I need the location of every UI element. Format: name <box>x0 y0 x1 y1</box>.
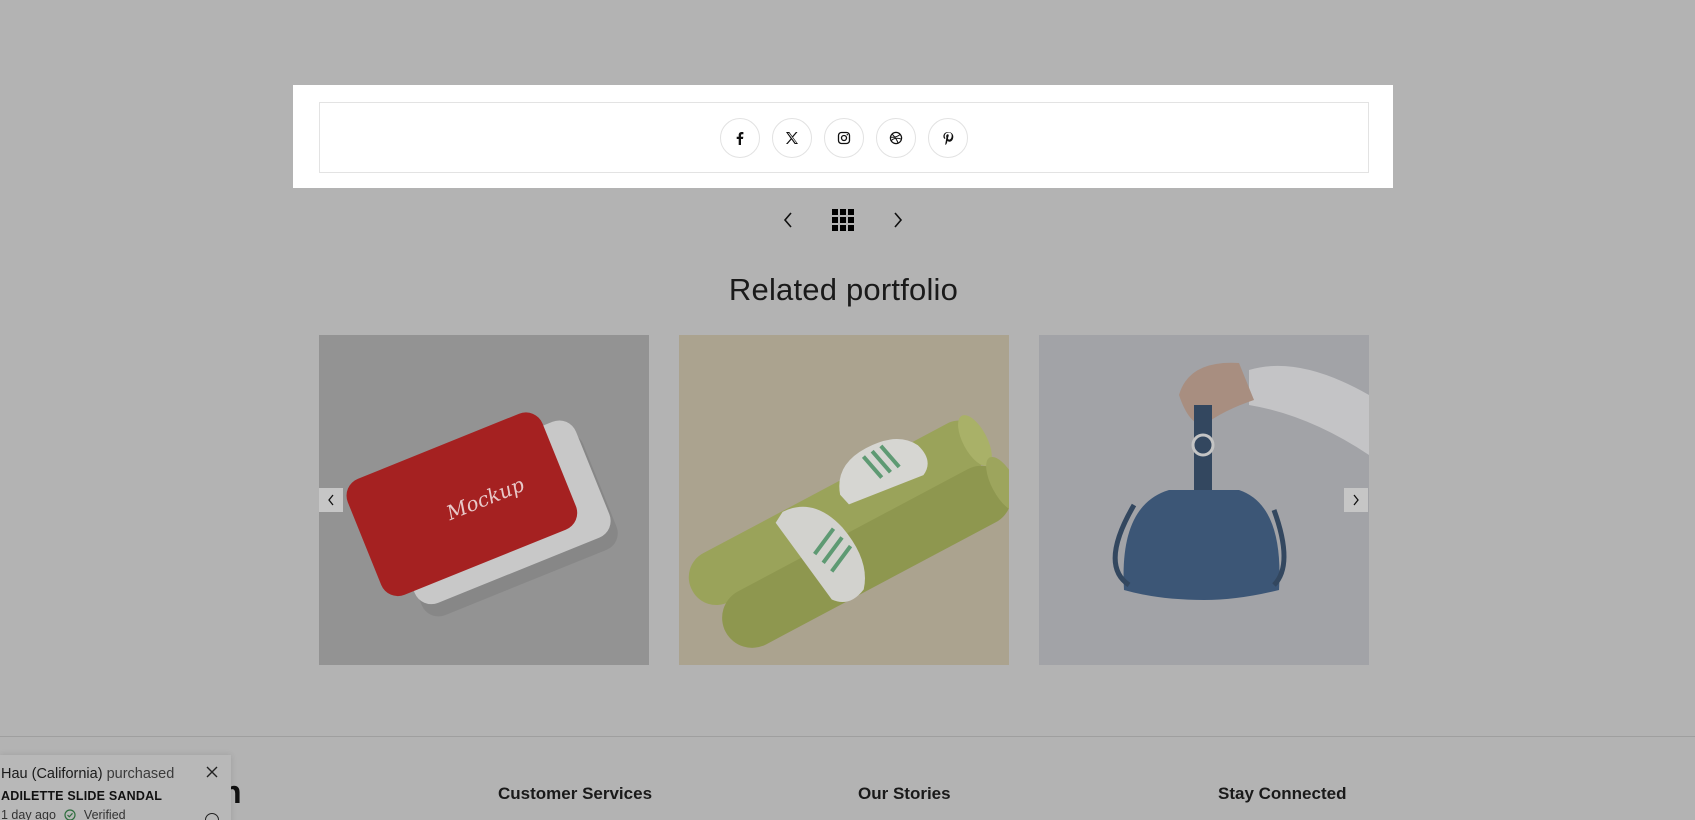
share-panel <box>293 85 1393 188</box>
chevron-left-icon <box>328 494 334 506</box>
popup-time: 1 day ago <box>1 808 56 820</box>
footer-divider <box>0 736 1695 737</box>
popup-meta: 1 day ago Verified <box>1 808 231 820</box>
carousel-prev-button[interactable] <box>319 488 343 512</box>
portfolio-navigation <box>778 205 908 235</box>
related-portfolio-title: Related portfolio <box>728 272 959 307</box>
verified-icon <box>64 809 76 820</box>
social-share-bar <box>319 102 1369 173</box>
portfolio-image-bag <box>1039 335 1369 665</box>
facebook-icon[interactable] <box>720 117 760 158</box>
footer-heading-our-stories: Our Stories <box>858 784 951 803</box>
dribbble-icon[interactable] <box>876 117 916 158</box>
x-twitter-icon[interactable] <box>772 117 812 158</box>
portfolio-card-sneakers[interactable] <box>679 335 1009 665</box>
chevron-right-icon <box>1353 494 1359 506</box>
footer-heading-stay-connected: Stay Connected <box>1218 784 1347 803</box>
pinterest-icon[interactable] <box>928 117 968 158</box>
portfolio-image-sneakers <box>679 335 1009 665</box>
info-icon[interactable] <box>205 813 219 820</box>
popup-action: purchased <box>106 766 175 782</box>
close-icon[interactable] <box>205 765 219 779</box>
grid-icon[interactable] <box>832 209 854 231</box>
popup-buyer-line: Hau (California) purchased <box>1 766 231 782</box>
footer-heading-customer-services: Customer Services <box>498 784 653 803</box>
instagram-icon[interactable] <box>824 117 864 158</box>
portfolio-image-business-card: Mockup <box>319 335 649 665</box>
popup-verified: Verified <box>83 808 126 820</box>
chevron-right-icon[interactable] <box>888 208 908 232</box>
popup-buyer-name: Hau (California) <box>1 766 103 782</box>
portfolio-card-business-card[interactable]: Mockup <box>319 335 649 665</box>
recent-purchase-popup[interactable]: Hau (California) purchased ADILETTE SLID… <box>0 755 231 820</box>
carousel-next-button[interactable] <box>1344 488 1368 512</box>
chevron-left-icon[interactable] <box>778 208 798 232</box>
portfolio-card-bag[interactable] <box>1039 335 1369 665</box>
popup-product-name[interactable]: ADILETTE SLIDE SANDAL <box>1 789 231 803</box>
